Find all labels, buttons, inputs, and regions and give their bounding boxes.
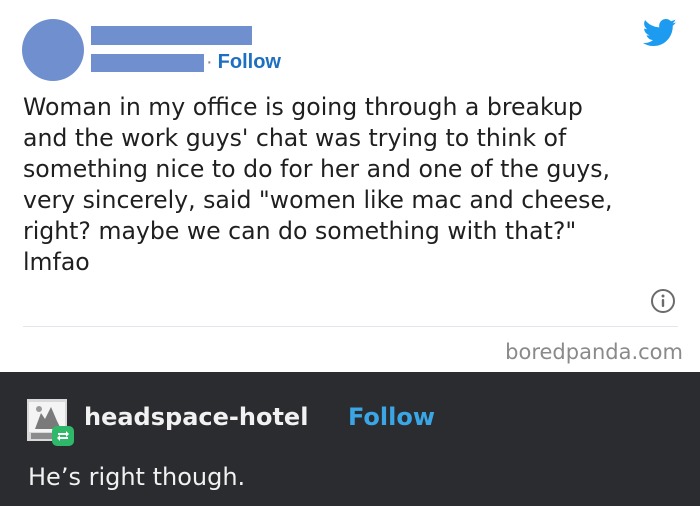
watermark: boredpanda.com: [505, 340, 683, 364]
follow-row: · Follow: [206, 49, 281, 75]
follow-separator: ·: [206, 50, 213, 73]
screenshot: · Follow Woman in my office is going thr…: [0, 0, 700, 506]
tweet-card: · Follow Woman in my office is going thr…: [0, 0, 700, 372]
tweet-body: Woman in my office is going through a br…: [23, 93, 613, 276]
display-name-redacted[interactable]: [91, 26, 252, 45]
twitter-bird-icon[interactable]: [643, 18, 677, 48]
info-icon[interactable]: [650, 288, 676, 314]
tumblr-reply: headspace-hotel Follow He’s right though…: [0, 372, 700, 506]
divider: [23, 326, 678, 327]
handle-redacted[interactable]: [91, 54, 204, 72]
reblog-icon: [52, 426, 74, 446]
avatar-redacted[interactable]: [22, 19, 84, 81]
follow-button[interactable]: Follow: [348, 403, 435, 431]
reply-body: He’s right though.: [28, 463, 246, 491]
follow-button[interactable]: Follow: [218, 51, 281, 74]
username-link[interactable]: headspace-hotel: [84, 403, 308, 431]
